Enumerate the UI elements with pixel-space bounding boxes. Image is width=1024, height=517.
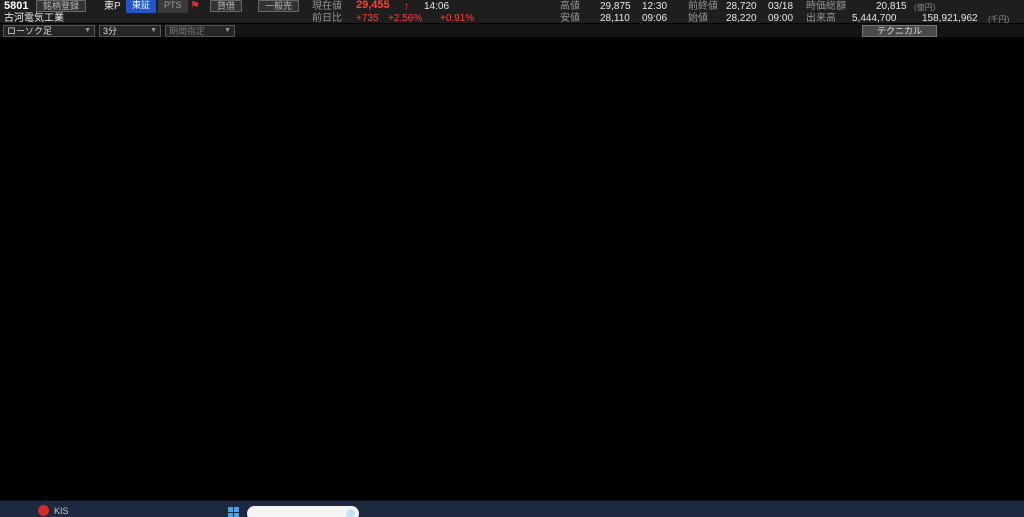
low-value: 28,110 xyxy=(600,13,630,24)
high-label: 高値 xyxy=(560,1,580,12)
price-chart-canvas[interactable] xyxy=(0,47,1024,500)
low-time: 09:06 xyxy=(642,13,667,24)
search-icon xyxy=(346,509,355,517)
current-price-label: 現在値 xyxy=(312,1,342,12)
volume-value: 5,444,700 xyxy=(852,13,897,24)
stock-code: 5801 xyxy=(4,1,28,12)
interval-select[interactable]: 3分 ▼ xyxy=(99,25,161,37)
stock-name: 古河電気工業 xyxy=(4,13,64,24)
trading-app-window: 5801 銘柄登録 東P 東証 PTS ⚑ 貸借 一般売 現在値 29,455 … xyxy=(0,0,1024,517)
market-cap-value: 20,815 xyxy=(876,1,907,12)
high-time: 12:30 xyxy=(642,1,667,12)
low-label: 安値 xyxy=(560,13,580,24)
market-cap-unit: (億円) xyxy=(914,2,935,13)
prev-close-label: 前終値 xyxy=(688,1,718,12)
price-up-arrow-icon: ↑ xyxy=(404,1,409,12)
start-button-icon[interactable] xyxy=(228,507,239,517)
open-value: 28,220 xyxy=(726,13,757,24)
chevron-down-icon: ▼ xyxy=(224,26,231,36)
taskbar-app-label: KIS xyxy=(54,506,69,516)
range-select[interactable]: 期間指定 ▼ xyxy=(165,25,235,37)
open-label: 始値 xyxy=(688,13,708,24)
taskbar-search[interactable] xyxy=(247,506,359,517)
current-price-time: 14:06 xyxy=(424,1,449,12)
change-value-pct2: +0.91% xyxy=(440,13,474,24)
chevron-down-icon: ▼ xyxy=(150,26,157,36)
change-label: 前日比 xyxy=(312,13,342,24)
general-sell-button[interactable]: 一般売 xyxy=(258,0,299,12)
change-value-pct: +2.56% xyxy=(388,13,422,24)
current-price-value: 29,455 xyxy=(356,0,390,11)
technical-button[interactable]: テクニカル xyxy=(862,25,937,37)
exchange-tab-pts[interactable]: PTS xyxy=(158,0,188,13)
open-time: 09:00 xyxy=(768,13,793,24)
windows-taskbar: KIS xyxy=(0,500,1024,517)
margin-button[interactable]: 貸借 xyxy=(210,0,242,12)
market-cap-label: 時価総額 xyxy=(806,1,846,12)
range-value: 期間指定 xyxy=(169,26,205,36)
volume-label: 出来高 xyxy=(806,13,836,24)
prev-close-date: 03/18 xyxy=(768,1,793,12)
register-symbol-button[interactable]: 銘柄登録 xyxy=(36,0,86,12)
chart-toolbar: ローソク足 ▼ 3分 ▼ 期間指定 ▼ テクニカル xyxy=(0,24,1024,38)
prev-close-value: 28,720 xyxy=(726,1,757,12)
app-logo-icon[interactable] xyxy=(38,505,49,516)
high-value: 29,875 xyxy=(600,1,631,12)
exchange-tab-tse[interactable]: 東証 xyxy=(126,0,156,13)
news-flag-icon[interactable]: ⚑ xyxy=(190,1,200,12)
indicator-legend xyxy=(0,38,1024,47)
change-value-abs: +735 xyxy=(356,13,379,24)
market-segment: 東P xyxy=(104,1,121,12)
chevron-down-icon: ▼ xyxy=(84,26,91,36)
chart-type-value: ローソク足 xyxy=(7,26,52,36)
chart-type-select[interactable]: ローソク足 ▼ xyxy=(3,25,95,37)
turnover-value: 158,921,962 xyxy=(922,13,978,24)
quote-header: 5801 銘柄登録 東P 東証 PTS ⚑ 貸借 一般売 現在値 29,455 … xyxy=(0,0,1024,24)
interval-value: 3分 xyxy=(103,26,117,36)
